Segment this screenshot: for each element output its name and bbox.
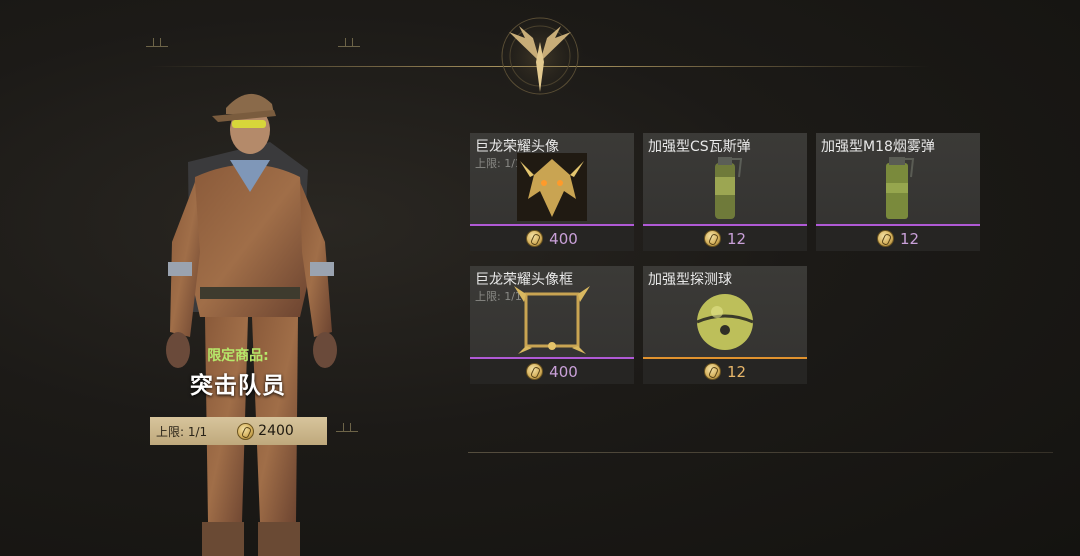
item-price-row: 12 [643,359,807,384]
item-price-row: 12 [643,226,807,251]
decor-tick [336,423,358,432]
item-price: 12 [899,229,920,248]
content-divider [468,452,1053,453]
item-card-cs-gas-grenade[interactable]: 加强型CS瓦斯弹 12 [643,133,807,251]
item-price: 12 [726,362,747,381]
item-price: 400 [549,229,578,248]
coin-icon [703,363,721,380]
gas-grenade-icon [715,157,743,219]
item-price-row: 400 [470,359,634,384]
item-price-row: 12 [816,226,980,251]
item-card-dragon-frame[interactable]: 巨龙荣耀头像框 上限: 1/1 400 [470,266,634,384]
coin-icon [876,230,894,247]
decor-tick [338,38,360,47]
item-price: 12 [726,229,747,248]
dragon-frame-icon [514,286,590,354]
item-card-dragon-avatar[interactable]: 巨龙荣耀头像 上限: 1/1 400 [470,133,634,251]
item-card-m18-smoke-grenade[interactable]: 加强型M18烟雾弹 12 [816,133,980,251]
character-name: 突击队员 [190,373,286,399]
character-soldier-image [166,93,337,556]
purchase-limit: 上限: 1/1 [156,424,208,439]
item-price-row: 400 [470,226,634,251]
coin-icon [526,363,544,380]
item-card-detector-ball[interactable]: 加强型探测球 12 [643,266,807,384]
wings-emblem-icon [496,12,584,100]
character-purchase-bar[interactable]: 上限: 1/1 2400 [150,417,327,445]
coin-icon [526,230,544,247]
item-price: 400 [549,362,578,381]
detector-ball-icon [696,294,754,350]
coin-icon [237,422,255,440]
coin-icon [703,230,721,247]
smoke-grenade-icon [886,157,915,219]
dragon-avatar-icon [517,153,587,221]
limited-label: 限定商品: [207,348,269,364]
character-price: 2400 [258,423,294,439]
decor-tick [146,38,168,47]
